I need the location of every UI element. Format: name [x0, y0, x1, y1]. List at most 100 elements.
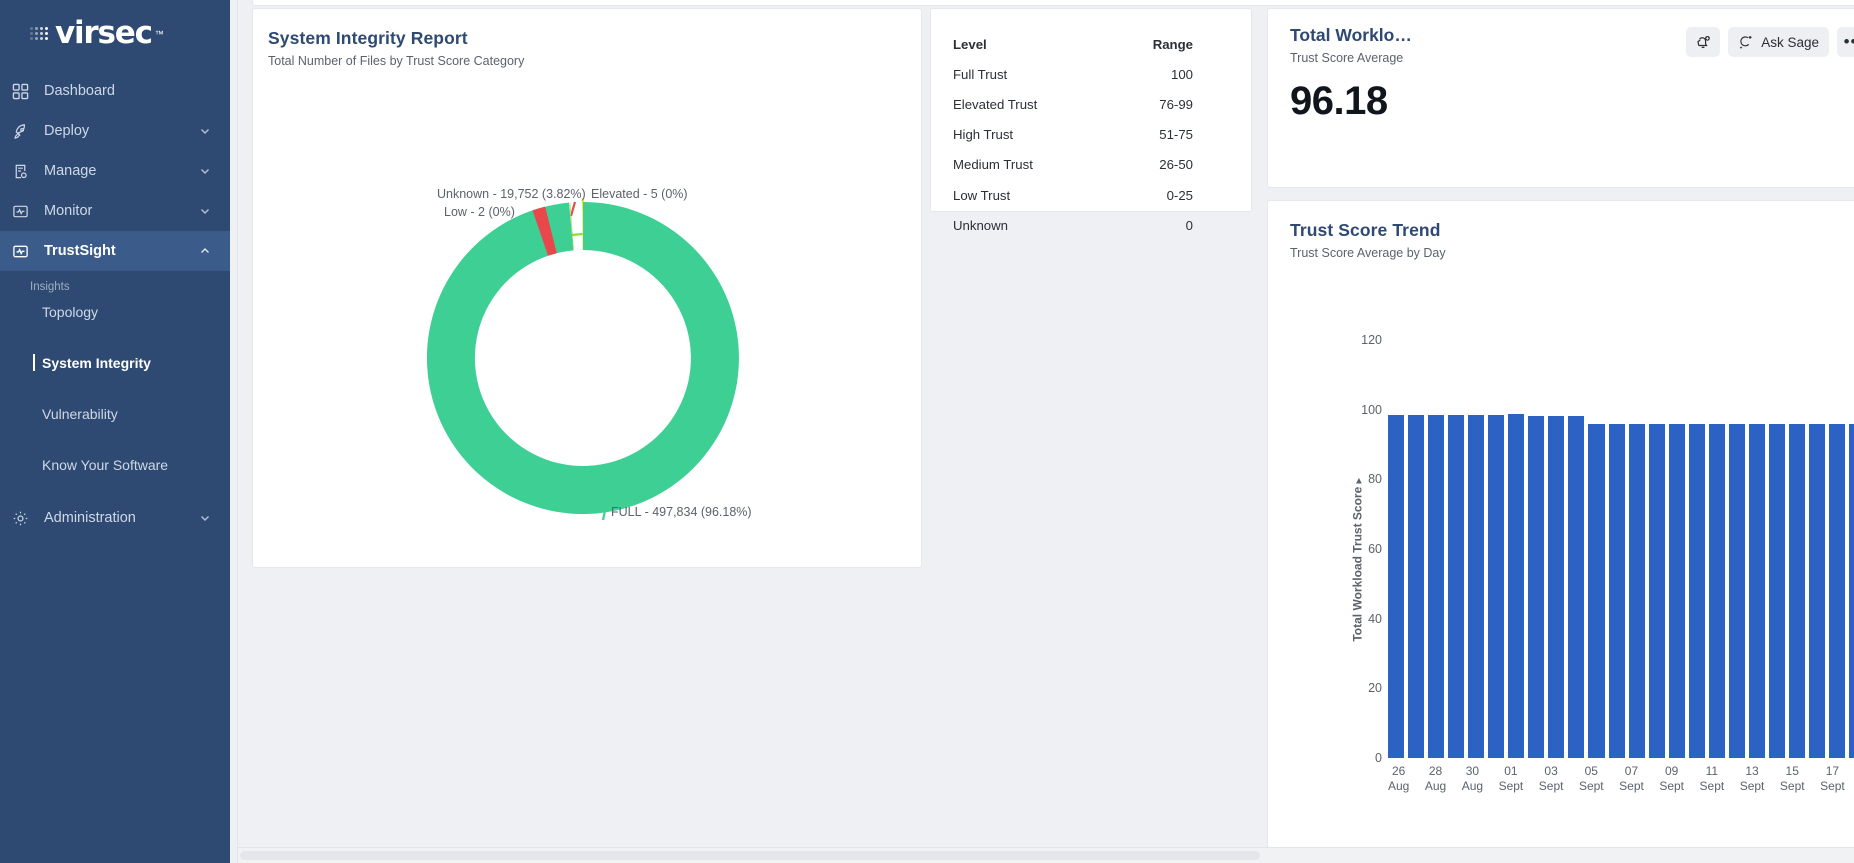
table-row: Unknown 0: [931, 210, 1251, 240]
sidebar-item-vulnerability[interactable]: Vulnerability: [0, 401, 230, 427]
bar[interactable]: [1768, 423, 1785, 758]
card-subtitle: Total Number of Files by Trust Score Cat…: [268, 54, 525, 68]
bar[interactable]: [1628, 423, 1645, 758]
bar[interactable]: [1748, 423, 1765, 758]
sidebar-item-label: TrustSight: [44, 243, 116, 259]
y-axis-tick: 0: [1375, 751, 1382, 765]
sidebar-item-topology[interactable]: Topology: [0, 299, 230, 325]
sidebar-subitem-label: Know Your Software: [42, 457, 169, 473]
rocket-icon: [12, 123, 42, 140]
logo-dots-icon: [30, 27, 48, 40]
plot-area: 26 Aug 28 Aug 30 Aug 01 Sept 03 Sept 05 Sept 07 Sept 0…: [1388, 260, 1854, 860]
y-axis-tick: 60: [1368, 542, 1382, 556]
bar[interactable]: [1408, 414, 1425, 758]
bar-series: [1388, 340, 1854, 758]
bar[interactable]: [1608, 423, 1625, 758]
total-workload-card: Total Workloa... Trust Score Average Ask…: [1267, 8, 1854, 188]
trust-level-table-card: Level Range Full Trust 100 Elevated Trus…: [930, 8, 1252, 233]
x-axis-tick: 09 Sept: [1659, 764, 1685, 793]
system-integrity-card: System Integrity Report Total Number of …: [252, 8, 922, 568]
sidebar-item-dashboard[interactable]: Dashboard: [0, 71, 230, 111]
bar[interactable]: [1568, 415, 1585, 758]
application-root: virsec ™ Dashboard Deploy Manage Monitor…: [0, 0, 1854, 863]
sidebar-item-manage[interactable]: Manage: [0, 151, 230, 191]
sparkle-wand-icon: [1738, 34, 1754, 50]
x-axis-tick: [1849, 764, 1854, 794]
x-axis-tick: 15 Sept: [1779, 764, 1805, 793]
page-title: System Integrity Report: [268, 28, 468, 48]
bar[interactable]: [1448, 414, 1465, 758]
main-sidebar: virsec ™ Dashboard Deploy Manage Monitor…: [0, 0, 230, 863]
bar[interactable]: [1648, 423, 1665, 758]
x-axis-tick: [1809, 764, 1817, 794]
bar[interactable]: [1808, 423, 1826, 758]
bar[interactable]: [1708, 423, 1725, 758]
bar[interactable]: [1428, 414, 1445, 758]
alert-button[interactable]: [1686, 27, 1721, 57]
table-row: Medium Trust 26-50: [931, 150, 1251, 180]
cell-level: Elevated Trust: [953, 96, 1038, 112]
bar[interactable]: [1508, 414, 1525, 758]
brand-name: virsec: [55, 15, 153, 51]
brand-logo[interactable]: virsec ™: [0, 0, 230, 71]
bar[interactable]: [1829, 423, 1846, 758]
horizontal-scrollbar[interactable]: [238, 847, 1854, 863]
donut-label-low: Low - 2 (0%): [444, 205, 515, 219]
donut-label-full: FULL - 497,834 (96.18%): [611, 505, 752, 519]
trust-score-trend-card: Trust Score Trend Trust Score Average by…: [1267, 200, 1854, 863]
bar[interactable]: [1548, 415, 1565, 758]
bar[interactable]: [1388, 414, 1405, 758]
bar[interactable]: [1849, 423, 1854, 758]
chevron-down-icon[interactable]: [198, 164, 212, 178]
column-header-level: Level: [953, 36, 987, 52]
left-scroll-gutter: [230, 0, 238, 863]
x-axis-tick: [1450, 764, 1458, 794]
more-options-button[interactable]: •••: [1837, 27, 1854, 57]
sidebar-item-label: Deploy: [44, 123, 90, 139]
donut-label-unknown: Unknown - 19,752 (3.82%): [437, 187, 586, 201]
bar[interactable]: [1688, 423, 1705, 758]
x-axis-tick: 30 Aug: [1461, 764, 1484, 793]
activity-box-icon: [12, 243, 42, 260]
chevron-down-icon[interactable]: [198, 511, 212, 525]
bar[interactable]: [1668, 423, 1685, 758]
brand-trademark: ™: [154, 28, 164, 39]
cell-range: 76-99: [1159, 96, 1193, 112]
bar[interactable]: [1788, 423, 1805, 758]
chevron-up-icon[interactable]: [198, 244, 212, 258]
x-axis-tick: 03 Sept: [1538, 764, 1564, 793]
trust-level-table: Level Range Full Trust 100 Elevated Trus…: [931, 29, 1251, 240]
sidebar-item-trustsight[interactable]: TrustSight: [0, 231, 230, 271]
sidebar-item-label: Manage: [44, 163, 97, 179]
bar[interactable]: [1728, 423, 1745, 758]
cell-range: 0: [1185, 217, 1193, 233]
grid-icon: [12, 83, 42, 100]
bar[interactable]: [1588, 423, 1605, 758]
sidebar-item-monitor[interactable]: Monitor: [0, 191, 230, 231]
cell-level: Full Trust: [953, 66, 1008, 82]
cell-level: Low Trust: [953, 187, 1011, 203]
x-axis-tick: [1413, 764, 1421, 794]
bar[interactable]: [1528, 415, 1545, 758]
sidebar-item-deploy[interactable]: Deploy: [0, 111, 230, 151]
scrollbar-thumb[interactable]: [240, 851, 1260, 860]
sidebar-item-know-your-software[interactable]: Know Your Software: [0, 452, 230, 478]
chevron-down-icon[interactable]: [198, 124, 212, 138]
sidebar-item-system-integrity[interactable]: System Integrity: [0, 350, 230, 376]
chevron-down-icon[interactable]: [198, 204, 212, 218]
donut-slice-elevated: [582, 201, 583, 250]
y-axis-tick: 100: [1361, 402, 1382, 417]
donut-chart[interactable]: Unknown - 19,752 (3.82%) Low - 2 (0%) El…: [253, 68, 921, 538]
sidebar-item-administration[interactable]: Administration: [0, 498, 230, 538]
x-axis-tick: [1768, 764, 1776, 794]
bar[interactable]: [1488, 414, 1505, 758]
table-row: Full Trust 100: [931, 59, 1251, 89]
trust-score-trend-chart[interactable]: Total Workload Trust Score ▸ 0 20 40 60 80 10…: [1268, 260, 1854, 860]
trend-title: Trust Score Trend: [1290, 220, 1441, 240]
activity-box-icon: [12, 203, 42, 220]
bar[interactable]: [1468, 414, 1485, 758]
ask-sage-button[interactable]: Ask Sage: [1728, 27, 1829, 57]
x-axis-tick: 13 Sept: [1739, 764, 1765, 793]
